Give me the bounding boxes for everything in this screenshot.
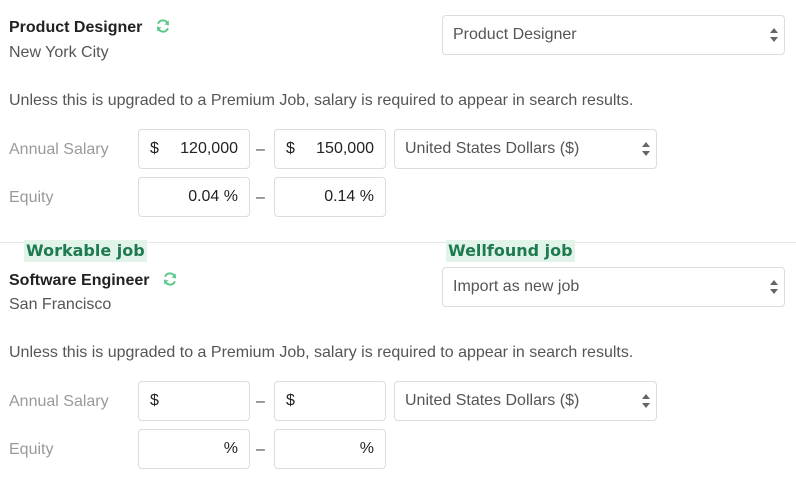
job1-equity-max-input[interactable]: 0.14 %: [274, 177, 386, 217]
job1-equity-min-input[interactable]: 0.04 %: [138, 177, 250, 217]
job1-salary-min-input[interactable]: $ 120,000: [138, 129, 250, 169]
job2-salary-label: Annual Salary: [9, 393, 109, 410]
job1-salary-max-value: 150,000: [316, 140, 374, 157]
job1-equity-min-value: 0.04 %: [188, 188, 238, 205]
job2-match-select-value: Import as new job: [453, 278, 580, 295]
workable-job-tag: Workable job: [24, 240, 147, 262]
job2-match-select[interactable]: Import as new job: [442, 267, 785, 307]
job1-currency-select[interactable]: United States Dollars ($): [394, 129, 657, 169]
job1-match-select-value: Product Designer: [453, 26, 577, 43]
job1-equity-label: Equity: [9, 189, 54, 206]
job1-header: Product Designer: [9, 18, 171, 39]
job2-currency-select[interactable]: United States Dollars ($): [394, 381, 657, 421]
range-separator: –: [256, 441, 265, 458]
range-separator: –: [256, 393, 265, 410]
wellfound-job-tag: Wellfound job: [446, 240, 575, 262]
sync-icon[interactable]: [162, 271, 178, 292]
currency-prefix: $: [150, 140, 159, 157]
job1-title: Product Designer: [9, 19, 143, 36]
job2-equity-max-value: %: [359, 440, 374, 457]
chevron-updown-icon: [642, 142, 650, 156]
job2-equity-min-value: %: [223, 440, 238, 457]
job2-salary-max-input[interactable]: $: [274, 381, 386, 421]
job1-currency-value: United States Dollars ($): [405, 140, 580, 157]
job1-equity-max-value: 0.14 %: [324, 188, 374, 205]
chevron-updown-icon: [770, 28, 778, 42]
job1-salary-label: Annual Salary: [9, 141, 109, 158]
job2-salary-min-input[interactable]: $: [138, 381, 250, 421]
job1-match-select[interactable]: Product Designer: [442, 15, 785, 55]
currency-prefix: $: [286, 392, 295, 409]
chevron-updown-icon: [770, 280, 778, 294]
job2-equity-min-input[interactable]: %: [138, 429, 250, 469]
job2-salary-note: Unless this is upgraded to a Premium Job…: [9, 344, 634, 361]
job2-header: Software Engineer: [9, 271, 178, 292]
job1-salary-note: Unless this is upgraded to a Premium Job…: [9, 92, 634, 109]
currency-prefix: $: [286, 140, 295, 157]
job2-equity-max-input[interactable]: %: [274, 429, 386, 469]
job1-location: New York City: [9, 44, 109, 61]
job2-title: Software Engineer: [9, 272, 150, 289]
sync-icon[interactable]: [155, 18, 171, 39]
range-separator: –: [256, 189, 265, 206]
currency-prefix: $: [150, 392, 159, 409]
job1-salary-max-input[interactable]: $ 150,000: [274, 129, 386, 169]
range-separator: –: [256, 141, 265, 158]
job2-location: San Francisco: [9, 296, 112, 313]
job2-equity-label: Equity: [9, 441, 54, 458]
chevron-updown-icon: [642, 394, 650, 408]
job2-currency-value: United States Dollars ($): [405, 392, 580, 409]
job1-salary-min-value: 120,000: [180, 140, 238, 157]
